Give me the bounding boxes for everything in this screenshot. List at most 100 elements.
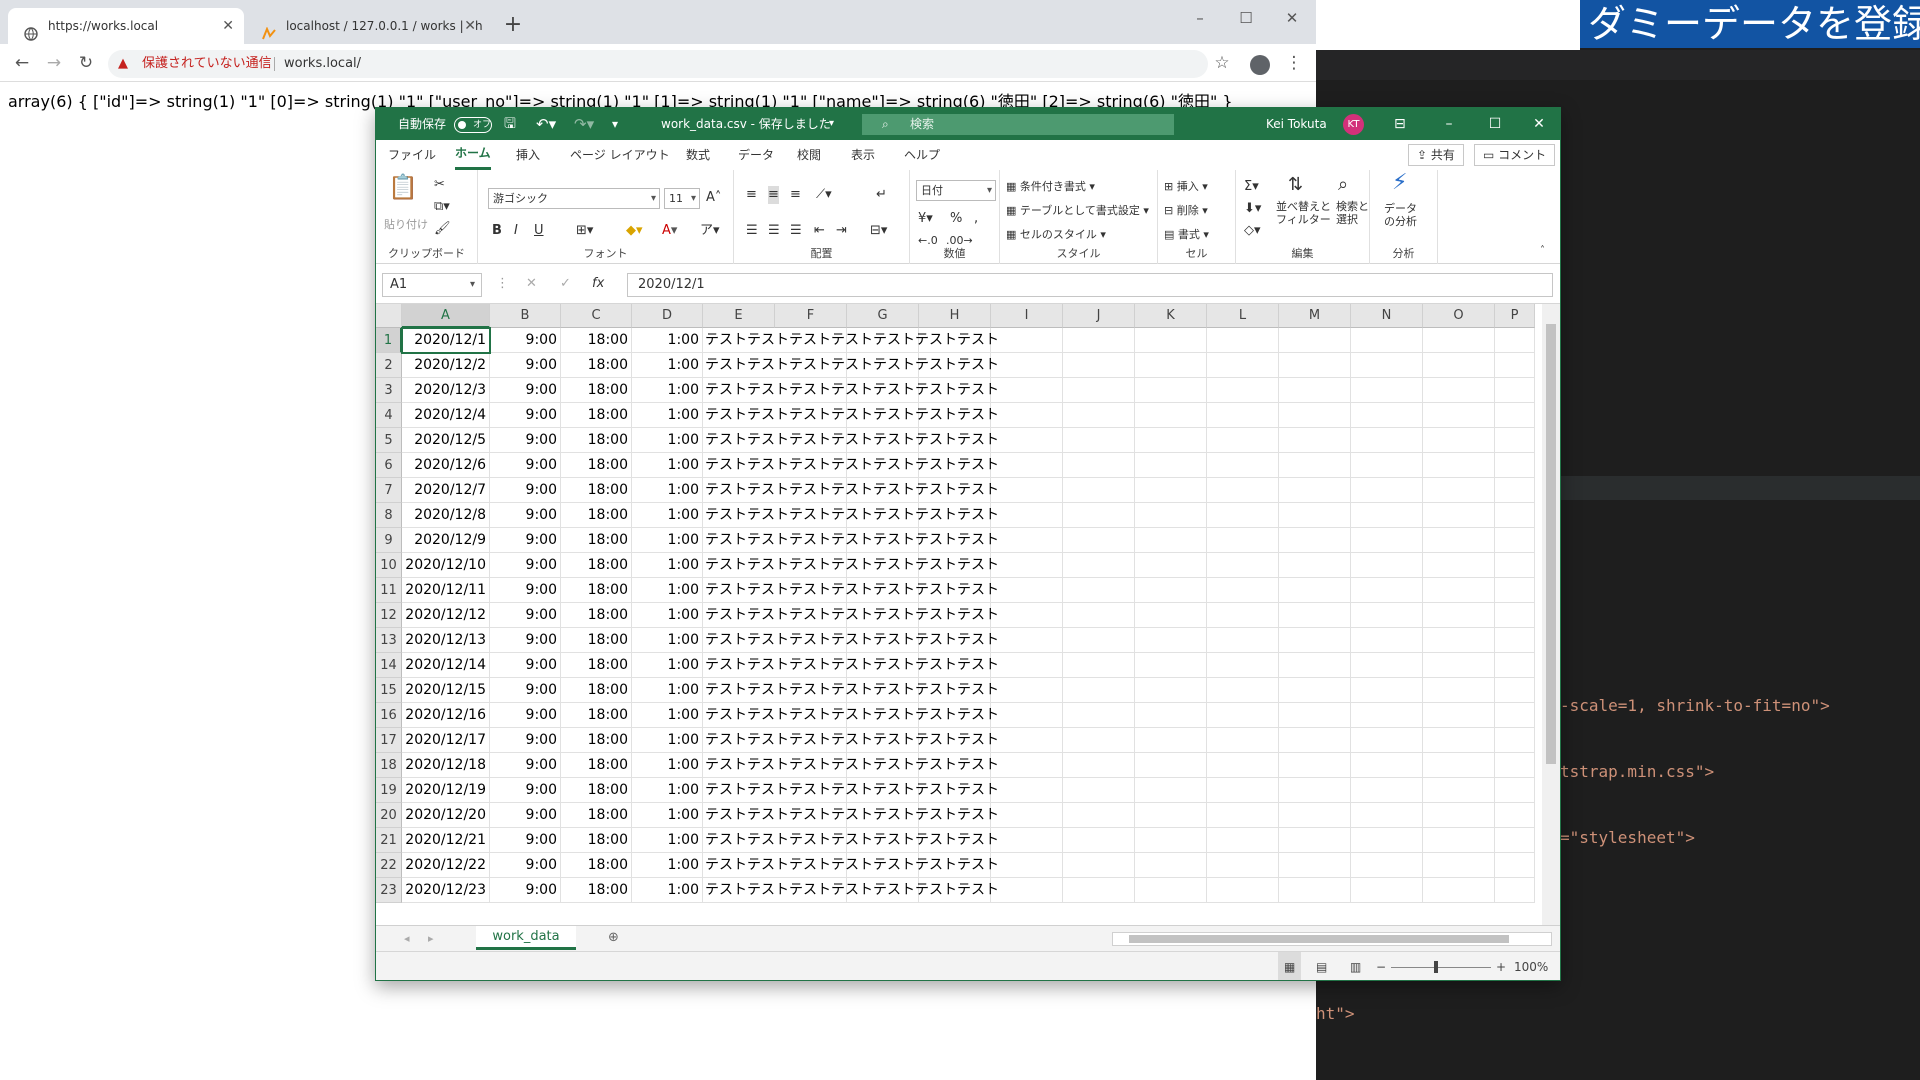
row-header[interactable]: 11 [376,578,402,603]
sort-filter-icon[interactable]: ⇅ [1288,176,1303,194]
cell[interactable]: 18:00 [561,403,632,428]
horizontal-scrollbar[interactable] [1112,932,1552,946]
cell[interactable] [1495,878,1535,903]
fill-color-icon[interactable]: ◆▾ [626,222,643,240]
cell[interactable] [1135,578,1207,603]
cell[interactable]: テストテストテストテストテストテストテスト [703,878,999,903]
cell[interactable]: テストテストテストテストテストテストテスト [703,653,999,678]
row-header[interactable]: 3 [376,378,402,403]
cell[interactable] [1495,603,1535,628]
cell[interactable]: 1:00 [632,828,703,853]
vertical-scrollbar[interactable] [1542,304,1560,925]
cell[interactable] [1279,403,1351,428]
cell[interactable] [1207,428,1279,453]
cell[interactable] [1063,578,1135,603]
row-header[interactable]: 1 [376,328,402,353]
cell[interactable]: 18:00 [561,503,632,528]
cell[interactable]: 18:00 [561,378,632,403]
page-layout-view-icon[interactable]: ▤ [1316,952,1327,980]
font-size-select[interactable]: 11 [664,188,700,209]
cell[interactable] [1495,828,1535,853]
column-header[interactable]: K [1135,304,1207,328]
page-break-view-icon[interactable]: ▥ [1350,952,1361,980]
cell[interactable] [1135,503,1207,528]
cell[interactable] [1279,703,1351,728]
align-center-icon[interactable]: ☰ [768,222,780,240]
cell[interactable]: 1:00 [632,478,703,503]
paste-icon[interactable]: 📋 [388,175,418,199]
cell[interactable]: 1:00 [632,853,703,878]
row-header[interactable]: 12 [376,603,402,628]
cell[interactable] [1279,578,1351,603]
cell[interactable]: 18:00 [561,603,632,628]
cell[interactable]: テストテストテストテストテストテストテスト [703,428,999,453]
cell[interactable] [1495,728,1535,753]
cell[interactable] [1063,678,1135,703]
cell[interactable] [1063,803,1135,828]
cell[interactable] [1135,703,1207,728]
cell[interactable] [1495,328,1535,353]
cell[interactable] [1063,778,1135,803]
cell[interactable]: 18:00 [561,478,632,503]
cell[interactable]: 2020/12/5 [402,428,490,453]
cell[interactable]: 2020/12/20 [402,803,490,828]
cell[interactable] [1207,503,1279,528]
cell[interactable] [1207,878,1279,903]
row-header[interactable]: 10 [376,553,402,578]
excel-close-button[interactable]: ✕ [1516,108,1560,140]
cell[interactable] [1063,453,1135,478]
cell[interactable]: 9:00 [490,653,561,678]
prev-sheet-icon[interactable]: ◂ [404,930,410,948]
cell[interactable] [1495,528,1535,553]
cell[interactable] [1279,503,1351,528]
cell[interactable] [1207,778,1279,803]
cell[interactable] [1063,503,1135,528]
orientation-icon[interactable]: ⟋▾ [816,186,832,204]
close-window-button[interactable]: ✕ [1270,4,1314,32]
cell[interactable] [1063,428,1135,453]
cell[interactable]: 9:00 [490,628,561,653]
cell[interactable] [991,453,1063,478]
cell[interactable] [1063,828,1135,853]
cell[interactable]: 9:00 [490,828,561,853]
comma-icon[interactable]: , [974,210,978,228]
cell[interactable]: 1:00 [632,878,703,903]
cell[interactable] [1279,328,1351,353]
cancel-icon[interactable]: ✕ [526,275,537,293]
cell[interactable] [991,403,1063,428]
cell[interactable] [1063,478,1135,503]
cell[interactable] [1279,728,1351,753]
tab-formulas[interactable]: 数式 [686,140,710,170]
align-top-icon[interactable]: ≡ [746,186,757,204]
cell[interactable]: テストテストテストテストテストテストテスト [703,328,999,353]
cell[interactable]: テストテストテストテストテストテストテスト [703,453,999,478]
phonetic-icon[interactable]: ア▾ [700,222,720,240]
cell[interactable] [1207,353,1279,378]
cell[interactable]: 2020/12/22 [402,853,490,878]
cell[interactable]: テストテストテストテストテストテストテスト [703,703,999,728]
format-as-table-button[interactable]: ▦ テーブルとして書式設定 ▾ [1006,202,1149,220]
cell[interactable]: テストテストテストテストテストテストテスト [703,753,999,778]
column-header[interactable]: O [1423,304,1495,328]
increase-indent-icon[interactable]: ⇥ [836,222,847,240]
cell[interactable] [1351,553,1423,578]
cell[interactable] [1423,403,1495,428]
comment-button[interactable]: ▭ コメント [1474,144,1556,166]
cell[interactable]: 1:00 [632,553,703,578]
cell[interactable]: 1:00 [632,403,703,428]
security-status[interactable]: 保護されていない通信 [142,50,272,78]
formula-input[interactable]: 2020/12/1 [627,273,1553,297]
cell[interactable] [1135,853,1207,878]
cell[interactable]: 1:00 [632,428,703,453]
cell[interactable] [1063,703,1135,728]
column-header[interactable]: P [1495,304,1535,328]
cell[interactable] [1135,378,1207,403]
cell[interactable] [1135,828,1207,853]
cell[interactable] [1423,878,1495,903]
cut-icon[interactable]: ✂ [434,176,445,194]
cell[interactable]: テストテストテストテストテストテストテスト [703,353,999,378]
cell[interactable] [1135,453,1207,478]
cell[interactable] [1279,778,1351,803]
cell[interactable] [1135,878,1207,903]
cell[interactable]: 9:00 [490,453,561,478]
